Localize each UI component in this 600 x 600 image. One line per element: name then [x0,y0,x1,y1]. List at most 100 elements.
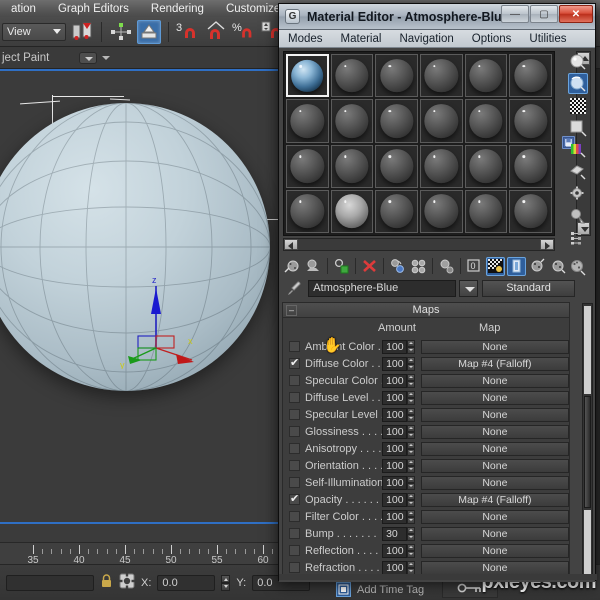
map-amount-spinner[interactable] [406,458,415,473]
material-slot[interactable] [509,189,552,233]
map-enable-checkbox[interactable] [289,375,300,386]
pick-material-from-object-icon[interactable] [568,256,588,277]
map-amount-field[interactable]: 100 [382,458,407,473]
slot-scroll-left-button[interactable] [284,239,298,250]
map-amount-spinner[interactable] [406,543,415,558]
go-to-parent-icon[interactable] [528,257,547,276]
map-amount-spinner[interactable] [406,339,415,354]
map-enable-checkbox[interactable] [289,341,300,352]
map-assign-button[interactable]: None [420,543,569,558]
show-end-result-icon[interactable] [507,256,526,276]
map-amount-spinner[interactable] [406,475,415,490]
map-amount-spinner[interactable] [406,492,415,507]
material-slot-grid[interactable] [283,51,555,236]
maximize-button[interactable]: ▢ [530,5,558,23]
map-amount-field[interactable]: 100 [382,424,407,439]
material-slot[interactable] [464,189,508,233]
select-and-move-icon[interactable] [109,20,133,44]
map-enable-checkbox[interactable] [289,409,300,420]
viewport-perspective[interactable]: z y x [0,69,285,542]
background-checker-icon[interactable] [568,95,588,116]
menu-item-modes[interactable]: Modes [279,33,332,45]
close-button[interactable]: ✕ [559,5,593,23]
absolute-relative-transform-icon[interactable] [119,573,135,592]
map-amount-field[interactable]: 100 [382,560,407,575]
show-map-in-viewport-icon[interactable] [486,256,505,276]
map-enable-checkbox[interactable] [289,392,300,403]
map-amount-field[interactable]: 100 [382,390,407,405]
map-assign-button[interactable]: None [420,509,569,524]
menu-item-navigation[interactable]: Navigation [390,33,462,45]
percent-snap-toggle-icon[interactable]: % [232,20,256,44]
map-enable-checkbox[interactable] [289,460,300,471]
map-enable-checkbox[interactable] [289,356,300,369]
material-slot[interactable] [330,189,374,233]
maps-panel-scrollbar[interactable] [582,303,593,578]
make-preview-icon[interactable] [568,161,588,182]
video-color-check-icon[interactable] [568,139,588,160]
map-amount-field[interactable]: 100 [382,373,407,388]
map-assign-button[interactable]: None [420,424,569,439]
material-slot[interactable] [464,54,508,98]
menu-item-options[interactable]: Options [463,33,521,45]
use-center-flyout-button[interactable] [70,20,94,44]
map-assign-button[interactable]: None [420,339,569,354]
map-assign-button[interactable]: None [420,441,569,456]
map-assign-button[interactable]: None [420,475,569,490]
map-enable-checkbox[interactable] [289,545,300,556]
material-slot[interactable] [464,144,508,188]
map-amount-field[interactable]: 100 [382,509,407,524]
slot-horizontal-scrollbar[interactable] [283,238,555,251]
transform-gizmo[interactable]: z y x [118,274,208,370]
material-slot[interactable] [509,99,552,143]
select-and-link-button[interactable] [137,19,161,44]
map-assign-button[interactable]: None [420,407,569,422]
backlight-toggle-icon[interactable] [568,73,588,94]
map-enable-checkbox[interactable] [289,511,300,522]
slot-scroll-right-button[interactable] [540,239,554,250]
scrollbar-track-top[interactable] [584,306,591,394]
material-slot[interactable] [330,99,374,143]
menu-item-rendering[interactable]: Rendering [140,3,215,15]
make-material-copy-icon[interactable] [388,257,407,276]
material-slot[interactable] [509,144,552,188]
map-enable-checkbox[interactable] [289,562,300,573]
material-slot[interactable] [375,189,418,233]
maps-rollout-header[interactable]: – Maps [283,303,569,318]
map-amount-field[interactable]: 100 [382,407,407,422]
material-name-input[interactable]: Atmosphere-Blue [308,279,456,297]
go-forward-to-sibling-icon[interactable] [549,257,568,276]
object-paint-dropdown[interactable] [79,51,98,64]
map-amount-spinner[interactable] [406,424,415,439]
collapse-icon[interactable]: – [286,305,297,316]
material-type-button[interactable]: Standard [482,279,576,297]
material-slot[interactable] [420,99,463,143]
select-by-material-icon[interactable] [568,205,588,226]
map-amount-spinner[interactable] [406,509,415,524]
material-slot[interactable] [286,144,329,188]
scrollbar-track-bottom[interactable] [584,510,591,576]
object-paint-small-arrow-icon[interactable] [102,55,111,60]
map-assign-button[interactable]: Map #4 (Falloff) [420,356,569,371]
map-enable-checkbox[interactable] [289,477,300,488]
menu-item-graph-editors[interactable]: Graph Editors [47,3,140,15]
timeline-ruler[interactable]: 35 40 45 50 55 60 [0,542,285,564]
map-amount-field[interactable]: 100 [382,492,407,507]
material-editor-title-bar[interactable]: G Material Editor - Atmosphere-Blue — ▢ … [279,4,595,30]
x-coord-spinner[interactable] [221,574,231,591]
map-assign-button[interactable]: None [420,390,569,405]
sample-type-sphere-icon[interactable] [568,51,588,72]
make-unique-icon[interactable] [409,257,428,276]
map-amount-spinner[interactable] [406,526,415,541]
get-material-icon[interactable] [283,257,302,276]
material-slot[interactable] [286,54,329,98]
scrollbar-thumb[interactable] [584,396,591,508]
material-slot[interactable] [330,54,374,98]
angle-snap-toggle-icon[interactable] [204,20,228,44]
map-enable-checkbox[interactable] [289,443,300,454]
map-amount-field[interactable]: 100 [382,339,407,354]
lock-selection-icon[interactable] [100,573,113,592]
material-slot[interactable] [375,144,418,188]
material-slot[interactable] [509,54,552,98]
map-assign-button[interactable]: Map #4 (Falloff) [420,492,569,507]
